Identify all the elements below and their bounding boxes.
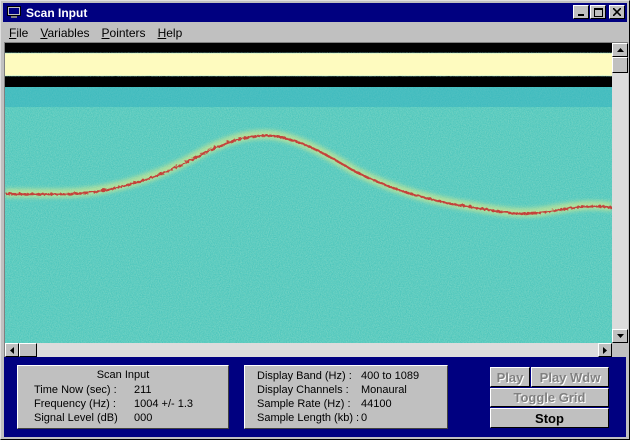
menu-variables[interactable]: Variables bbox=[34, 26, 95, 40]
display-channels-label: Display Channels : bbox=[257, 384, 349, 396]
menu-pointers-accel: P bbox=[101, 25, 110, 40]
title-bar[interactable]: Scan Input bbox=[3, 3, 627, 22]
time-now-value: 211 bbox=[134, 384, 152, 396]
maximize-button[interactable] bbox=[590, 5, 606, 19]
stop-button[interactable]: Stop bbox=[490, 408, 609, 428]
menu-file-label: ile bbox=[16, 25, 29, 40]
main-window: Scan Input File Variables Pointers Help bbox=[0, 0, 630, 440]
spectrogram-frame bbox=[4, 42, 628, 357]
minimize-button[interactable] bbox=[573, 5, 589, 19]
scroll-right-button[interactable] bbox=[598, 343, 612, 357]
display-band-label: Display Band (Hz) : bbox=[257, 370, 352, 382]
scroll-down-button[interactable] bbox=[612, 329, 628, 343]
vertical-scrollbar[interactable] bbox=[612, 43, 628, 343]
horizontal-scrollbar[interactable] bbox=[5, 343, 612, 357]
menu-help-accel: H bbox=[157, 25, 167, 40]
menu-file[interactable]: File bbox=[3, 26, 34, 40]
menu-variables-label: ariables bbox=[47, 25, 90, 40]
display-channels-value: Monaural bbox=[361, 384, 407, 396]
monitor-icon[interactable] bbox=[6, 5, 22, 21]
sample-rate-value: 44100 bbox=[361, 398, 392, 410]
menu-help[interactable]: Help bbox=[152, 26, 189, 40]
play-button[interactable]: Play bbox=[490, 367, 530, 387]
signal-level-label: Signal Level (dB) bbox=[34, 412, 118, 424]
sample-length-label: Sample Length (kb) : bbox=[257, 412, 360, 424]
arrow-down-icon bbox=[616, 334, 624, 338]
menu-help-label: elp bbox=[166, 25, 183, 40]
sample-length-value: 0 bbox=[361, 412, 368, 424]
scroll-up-button[interactable] bbox=[612, 43, 628, 57]
arrow-up-icon bbox=[616, 48, 624, 52]
minimize-icon bbox=[578, 14, 584, 16]
scroll-left-button[interactable] bbox=[5, 343, 19, 357]
arrow-right-icon bbox=[603, 346, 607, 354]
scan-panel-title: Scan Input bbox=[96, 369, 150, 381]
control-area: Scan Input Time Now (sec) : 211 Frequenc… bbox=[4, 357, 626, 437]
spectrogram-canvas bbox=[5, 43, 612, 343]
horizontal-scroll-thumb[interactable] bbox=[19, 343, 37, 357]
frequency-label: Frequency (Hz) : bbox=[34, 398, 116, 410]
level-band bbox=[5, 53, 612, 76]
frequency-value: 1004 +/- 1.3 bbox=[134, 398, 194, 410]
maximize-icon bbox=[593, 7, 603, 17]
menu-bar: File Variables Pointers Help bbox=[3, 23, 627, 42]
play-window-button[interactable]: Play Wdw bbox=[531, 367, 609, 387]
menu-pointers[interactable]: Pointers bbox=[96, 26, 152, 40]
close-button[interactable] bbox=[609, 5, 625, 19]
display-band-value: 400 to 1089 bbox=[361, 370, 420, 382]
close-icon bbox=[613, 8, 621, 16]
spectrogram-view[interactable] bbox=[5, 43, 612, 343]
window-title: Scan Input bbox=[26, 5, 88, 20]
scrollbar-corner bbox=[612, 343, 628, 357]
sample-rate-label: Sample Rate (Hz) : bbox=[257, 398, 351, 410]
display-panel: Display Band (Hz) : 400 to 1089 Display … bbox=[244, 365, 448, 429]
menu-pointers-label: ointers bbox=[109, 25, 146, 40]
time-now-label: Time Now (sec) : bbox=[34, 384, 117, 396]
vertical-scroll-thumb[interactable] bbox=[612, 57, 628, 73]
toggle-grid-button[interactable]: Toggle Grid bbox=[490, 388, 609, 407]
arrow-left-icon bbox=[10, 346, 14, 354]
scan-input-panel: Scan Input Time Now (sec) : 211 Frequenc… bbox=[17, 365, 229, 429]
signal-level-value: 000 bbox=[134, 412, 153, 424]
